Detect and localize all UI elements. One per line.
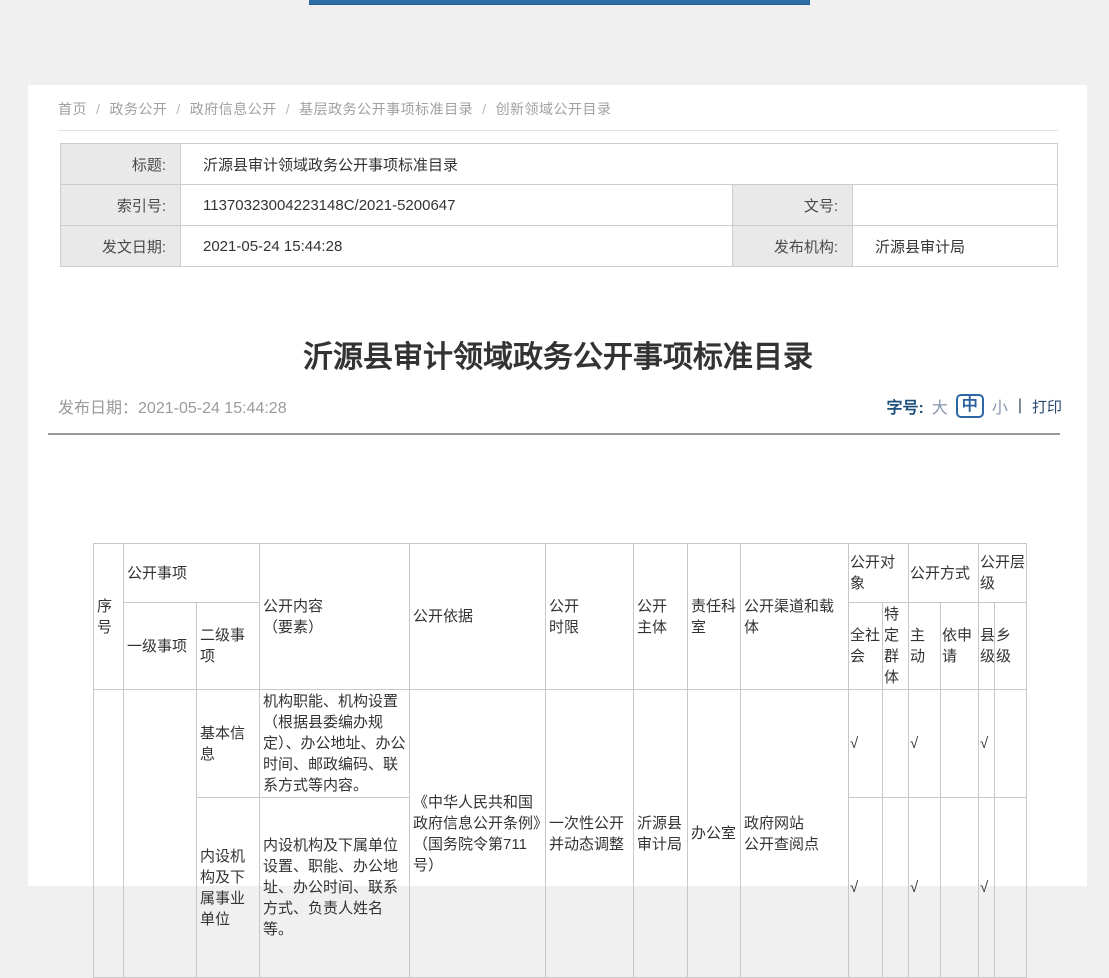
- publish-date-value: 2021-05-24 15:44:28: [138, 400, 287, 417]
- cell-check-county: √: [979, 798, 995, 978]
- print-button[interactable]: 打印: [1032, 396, 1062, 417]
- top-nav-bottom-strip: [309, 0, 810, 5]
- header-basis: 公开依据: [410, 544, 546, 690]
- header-audience-all: 全社会: [849, 603, 883, 690]
- cell-check-town: [995, 798, 1027, 978]
- cell-check-active: √: [909, 690, 941, 798]
- meta-title-value: 沂源县审计领域政务公开事项标准目录: [181, 144, 1058, 185]
- cell-content: 机构职能、机构设置（根据县委编办规定）、办公地址、办公时间、邮政编码、联系方式等…: [260, 690, 410, 798]
- breadcrumb-zhengwugongkai[interactable]: 政务公开: [109, 101, 167, 117]
- breadcrumb-current[interactable]: 创新领域公开目录: [496, 101, 612, 117]
- header-item-l1: 一级事项: [124, 603, 197, 690]
- cell-channel: 政府网站 公开查阅点: [741, 690, 849, 978]
- header-channel: 公开渠道和载体: [741, 544, 849, 690]
- header-method: 公开方式: [909, 544, 979, 603]
- font-size-label: 字号:: [886, 394, 923, 418]
- cell-check-request: [941, 690, 979, 798]
- cell-check-county: √: [979, 690, 995, 798]
- meta-row-date: 发文日期: 2021-05-24 15:44:28 发布机构: 沂源县审计局: [61, 226, 1058, 267]
- breadcrumb-standard-catalog[interactable]: 基层政务公开事项标准目录: [299, 101, 473, 117]
- header-seq: 序号: [94, 544, 124, 690]
- header-method-request: 依申请: [941, 603, 979, 690]
- meta-date-label: 发文日期:: [61, 226, 181, 267]
- cell-dept: 办公室: [688, 690, 741, 978]
- publish-row: 发布日期：2021-05-24 15:44:28 字号: 大 中 小 | 打印: [58, 394, 1062, 420]
- catalog-header-row-1: 序号 公开事项 公开内容 （要素） 公开依据 公开 时限 公开 主体 责任科室 …: [94, 544, 1027, 603]
- breadcrumb-separator: /: [96, 101, 100, 117]
- meta-index-value: 11370323004223148C/2021-5200647: [181, 185, 733, 226]
- content-card: 首页 / 政务公开 / 政府信息公开 / 基层政务公开事项标准目录 / 创新领域公开目录 标题:…: [28, 85, 1087, 886]
- breadcrumb: 首页 / 政务公开 / 政府信息公开 / 基层政务公开事项标准目录 / 创新领域公开目录: [58, 99, 1058, 119]
- font-size-tools: 字号: 大 中 小 | 打印: [886, 394, 1062, 418]
- cell-check-all: √: [849, 798, 883, 978]
- cell-check-all: √: [849, 690, 883, 798]
- meta-docnum-value: [853, 185, 1058, 226]
- meta-agency-value: 沂源县审计局: [853, 226, 1058, 267]
- cell-content: 内设机构及下属单位设置、职能、办公地址、办公时间、联系方式、负责人姓名等。: [260, 798, 410, 978]
- cell-basis: 《中华人民共和国政府信息公开条例》（国务院令第711号）: [410, 690, 546, 978]
- meta-title-label: 标题:: [61, 144, 181, 185]
- header-subject: 公开 主体: [634, 544, 688, 690]
- header-time-limit: 公开 时限: [546, 544, 634, 690]
- header-content: 公开内容 （要素）: [260, 544, 410, 690]
- header-level-county: 县级: [979, 603, 995, 690]
- breadcrumb-home[interactable]: 首页: [58, 101, 87, 117]
- header-item-l2: 二级事项: [197, 603, 260, 690]
- cell-check-active: √: [909, 798, 941, 978]
- tools-divider: |: [1018, 397, 1022, 415]
- font-size-large-button[interactable]: 大: [932, 394, 948, 418]
- font-size-small-button[interactable]: 小: [992, 394, 1008, 418]
- header-item: 公开事项: [124, 544, 260, 603]
- header-level-town: 乡级: [995, 603, 1027, 690]
- breadcrumb-gov-info[interactable]: 政府信息公开: [190, 101, 277, 117]
- cell-check-town: [995, 690, 1027, 798]
- document-meta-table: 标题: 沂源县审计领域政务公开事项标准目录 索引号: 1137032300422…: [60, 143, 1058, 267]
- meta-docnum-label: 文号:: [733, 185, 853, 226]
- header-audience-specific: 特定群体: [883, 603, 909, 690]
- cell-item-l2: 内设机构及下属事业单位: [197, 798, 260, 978]
- breadcrumb-separator: /: [286, 101, 290, 117]
- cell-check-specific: [883, 798, 909, 978]
- cell-check-specific: [883, 690, 909, 798]
- cell-seq: [94, 690, 124, 978]
- breadcrumb-separator: /: [176, 101, 180, 117]
- header-dept: 责任科室: [688, 544, 741, 690]
- breadcrumb-divider: [58, 130, 1058, 131]
- cell-check-request: [941, 798, 979, 978]
- meta-date-value: 2021-05-24 15:44:28: [181, 226, 733, 267]
- font-size-medium-button[interactable]: 中: [956, 394, 984, 418]
- header-audience: 公开对象: [849, 544, 909, 603]
- cell-subject: 沂源县审计局: [634, 690, 688, 978]
- cell-item-l1: [124, 690, 197, 978]
- header-method-active: 主动: [909, 603, 941, 690]
- meta-row-title: 标题: 沂源县审计领域政务公开事项标准目录: [61, 144, 1058, 185]
- meta-row-index: 索引号: 11370323004223148C/2021-5200647 文号:: [61, 185, 1058, 226]
- table-row: 基本信息 机构职能、机构设置（根据县委编办规定）、办公地址、办公时间、邮政编码、…: [94, 690, 1027, 798]
- disclosure-catalog-table: 序号 公开事项 公开内容 （要素） 公开依据 公开 时限 公开 主体 责任科室 …: [93, 543, 1027, 978]
- meta-agency-label: 发布机构:: [733, 226, 853, 267]
- article-header-divider: [48, 433, 1060, 435]
- cell-item-l2: 基本信息: [197, 690, 260, 798]
- meta-index-label: 索引号:: [61, 185, 181, 226]
- header-level: 公开层级: [979, 544, 1027, 603]
- publish-date-label: 发布日期：: [58, 400, 138, 417]
- cell-time-limit: 一次性公开并动态调整: [546, 690, 634, 978]
- breadcrumb-separator: /: [482, 101, 486, 117]
- page-title: 沂源县审计领域政务公开事项标准目录: [58, 332, 1058, 376]
